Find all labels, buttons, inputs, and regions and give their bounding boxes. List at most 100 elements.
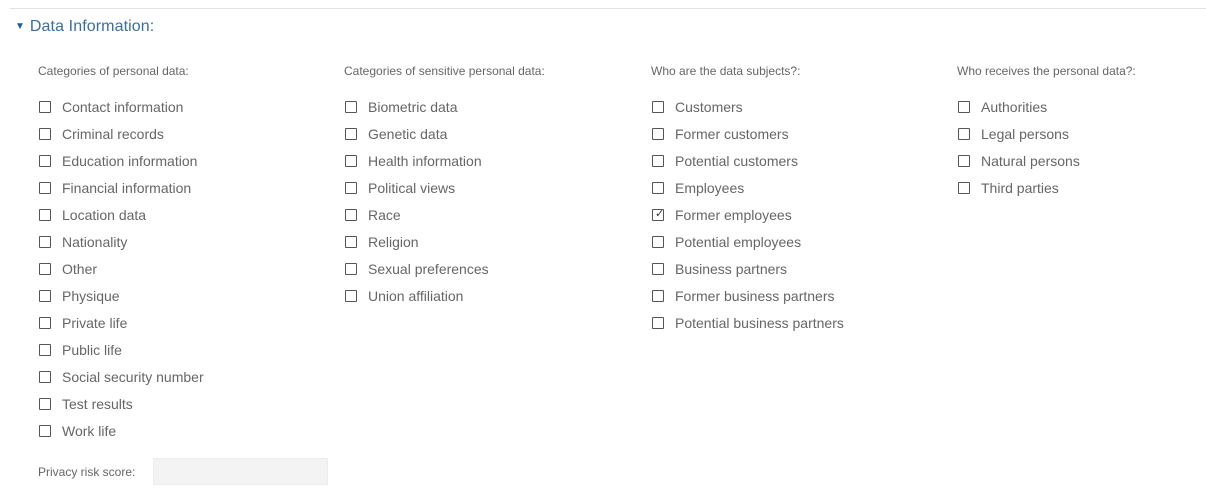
checkbox-icon[interactable]: ✓ [652,208,664,221]
checkbox-biometric-data[interactable]: Biometric data [344,93,545,120]
checkbox-other[interactable]: Other [38,255,204,282]
checkbox-social-security-number[interactable]: Social security number [38,363,204,390]
checkbox-icon[interactable] [39,127,51,140]
checkbox-label: Criminal records [62,125,164,142]
checkbox-public-life[interactable]: Public life [38,336,204,363]
checkbox-icon[interactable] [345,154,357,167]
checkbox-financial-information[interactable]: Financial information [38,174,204,201]
checkbox-icon[interactable] [39,424,51,437]
privacy-risk-score-label: Privacy risk score: [38,464,136,479]
checkbox-label: Private life [62,314,128,331]
checkbox-former-employees[interactable]: ✓ Former employees [651,201,844,228]
checkbox-potential-business-partners[interactable]: Potential business partners [651,309,844,336]
checkbox-icon[interactable] [39,397,51,410]
checkbox-third-parties[interactable]: Third parties [957,174,1136,201]
checkbox-label: Business partners [675,260,788,277]
checkbox-icon[interactable] [958,154,970,167]
checkbox-former-business-partners[interactable]: Former business partners [651,282,844,309]
checkbox-potential-customers[interactable]: Potential customers [651,147,844,174]
checkbox-label: Potential customers [675,152,798,169]
checkbox-private-life[interactable]: Private life [38,309,204,336]
checkbox-legal-persons[interactable]: Legal persons [957,120,1136,147]
column-title: Who are the data subjects?: [651,64,801,78]
checkbox-icon[interactable] [652,154,664,167]
checkbox-label: Genetic data [368,125,448,142]
checkbox-health-information[interactable]: Health information [344,147,545,174]
checkbox-label: Nationality [62,233,128,250]
checkbox-physique[interactable]: Physique [38,282,204,309]
checkbox-nationality[interactable]: Nationality [38,228,204,255]
checkbox-criminal-records[interactable]: Criminal records [38,120,204,147]
checkbox-label: Other [62,260,98,277]
checkbox-label: Employees [675,179,745,196]
checkbox-icon[interactable] [652,289,664,302]
checkbox-label: Financial information [62,179,192,196]
checkbox-icon[interactable] [652,262,664,275]
data-information-toggle[interactable]: ▼ Data Information: [15,18,154,36]
checkbox-icon[interactable] [652,316,664,329]
checkbox-icon[interactable] [345,127,357,140]
checkbox-label: Public life [62,341,122,358]
section-title: Data Information: [29,18,155,35]
checkbox-label: Former customers [675,125,789,142]
checkbox-icon[interactable] [652,100,664,113]
checkbox-label: Health information [368,152,482,169]
checkbox-label: Authorities [981,98,1048,115]
checkbox-location-data[interactable]: Location data [38,201,204,228]
checkbox-icon[interactable] [345,289,357,302]
checkbox-label: Former business partners [675,287,835,304]
checkbox-icon[interactable] [345,181,357,194]
checkbox-label: Social security number [62,368,204,385]
checkbox-icon[interactable] [345,262,357,275]
checkbox-icon[interactable] [39,262,51,275]
checkbox-label: Former employees [675,206,792,223]
checkbox-authorities[interactable]: Authorities [957,93,1136,120]
checkbox-business-partners[interactable]: Business partners [651,255,844,282]
checkbox-icon[interactable] [345,235,357,248]
sensitive-data-categories-group: Categories of sensitive personal data: B… [344,64,545,309]
checkbox-former-customers[interactable]: Former customers [651,120,844,147]
checkbox-label: Physique [62,287,120,304]
checkbox-icon[interactable] [345,208,357,221]
data-subjects-group: Who are the data subjects?: Customers Fo… [651,64,844,336]
checkbox-icon[interactable] [39,235,51,248]
checkbox-icon[interactable] [958,127,970,140]
checkbox-icon[interactable] [345,100,357,113]
checkbox-label: Natural persons [981,152,1080,169]
checkbox-genetic-data[interactable]: Genetic data [344,120,545,147]
checkbox-icon[interactable] [652,127,664,140]
checkbox-icon[interactable] [958,181,970,194]
checkbox-icon[interactable] [652,235,664,248]
checkbox-icon[interactable] [652,181,664,194]
checkbox-customers[interactable]: Customers [651,93,844,120]
checkbox-label: Legal persons [981,125,1069,142]
checkbox-political-views[interactable]: Political views [344,174,545,201]
checkbox-label: Political views [368,179,456,196]
checkbox-icon[interactable] [39,316,51,329]
data-recipients-group: Who receives the personal data?: Authori… [957,64,1136,201]
checkbox-religion[interactable]: Religion [344,228,545,255]
checkbox-icon[interactable] [39,208,51,221]
checkbox-employees[interactable]: Employees [651,174,844,201]
checkbox-icon[interactable] [958,100,970,113]
checkbox-race[interactable]: Race [344,201,545,228]
checkbox-natural-persons[interactable]: Natural persons [957,147,1136,174]
checkbox-icon[interactable] [39,289,51,302]
checkbox-contact-information[interactable]: Contact information [38,93,204,120]
checkbox-label: Education information [62,152,198,169]
checkbox-union-affiliation[interactable]: Union affiliation [344,282,545,309]
checkbox-label: Union affiliation [368,287,464,304]
checkbox-label: Biometric data [368,98,458,115]
checkbox-icon[interactable] [39,100,51,113]
checkbox-test-results[interactable]: Test results [38,390,204,417]
checkbox-potential-employees[interactable]: Potential employees [651,228,844,255]
checkbox-sexual-preferences[interactable]: Sexual preferences [344,255,545,282]
checkbox-icon[interactable] [39,181,51,194]
checkbox-work-life[interactable]: Work life [38,417,204,444]
checkbox-education-information[interactable]: Education information [38,147,204,174]
checkbox-icon[interactable] [39,370,51,383]
checkbox-label: Potential employees [675,233,802,250]
checkbox-label: Third parties [981,179,1059,196]
checkbox-icon[interactable] [39,154,51,167]
checkbox-icon[interactable] [39,343,51,356]
